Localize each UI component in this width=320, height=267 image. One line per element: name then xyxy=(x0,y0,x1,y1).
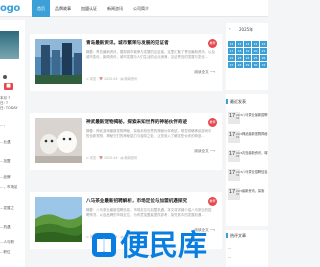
nav-item-about[interactable]: 公司简介 xyxy=(128,0,154,17)
stat-label: 日: TODAY xyxy=(0,106,18,110)
sidebar-link[interactable]: …发展之 xyxy=(0,206,14,211)
calendar-day[interactable]: 12 xyxy=(228,41,235,47)
recommend-badge: 推荐 xyxy=(208,39,217,48)
latest-posts-widget: 最近发表 17 2025-04 八马茶业最新招聘 17 2025-04 神武最新宠物… xyxy=(226,94,268,226)
latest-post-item[interactable]: 17 2025-04 神武最新宠物揭秘 xyxy=(228,131,268,144)
hot-post-item[interactable]: … xyxy=(228,246,266,251)
latest-post-item[interactable]: 17 2025-04 青岛最新资讯，城市 xyxy=(228,150,268,163)
post-title[interactable]: 最新资讯，探索 xyxy=(242,189,268,194)
read-more-link[interactable]: 阅读全文 ⟶ xyxy=(194,70,215,75)
nav-item-home[interactable]: 首页 xyxy=(32,0,50,17)
latest-post-item[interactable]: 17 2025-04 八马茶业最新招聘 xyxy=(228,112,268,125)
post-title[interactable]: 八马茶业招聘信息 xyxy=(242,170,268,175)
article-card[interactable]: 青岛最新资讯，城市繁荣与发展的见证者 摘要：青岛最新资讯，展现城市繁荣与发展的见… xyxy=(30,34,222,91)
calendar-day[interactable]: 30 xyxy=(252,62,259,68)
calendar-day[interactable]: 13 xyxy=(236,41,243,47)
watermark: 便民库 xyxy=(92,227,207,263)
calendar-day[interactable]: 17 xyxy=(228,48,235,54)
nav-item-brand-story[interactable]: 品牌故事 xyxy=(50,0,76,17)
calendar-day[interactable]: 22 xyxy=(228,55,235,61)
post-title[interactable]: 八马茶业最新招聘 xyxy=(242,113,268,118)
book-icon xyxy=(92,233,116,257)
recommend-badge: 推荐 xyxy=(208,118,217,127)
nav-item-news[interactable]: 新闻咨讯 xyxy=(102,0,128,17)
calendar-day[interactable]: 26 xyxy=(260,55,267,61)
article-thumbnail[interactable] xyxy=(35,118,82,163)
calendar-day[interactable]: 27 xyxy=(228,62,235,68)
sidebar-link[interactable]: …，市场足 xyxy=(0,185,18,190)
sidebar-dot-icon xyxy=(3,75,7,79)
sidebar-link[interactable]: …加盟 xyxy=(0,159,11,164)
post-title[interactable]: 青岛最新资讯，城市 xyxy=(242,151,268,156)
latest-post-item[interactable]: 17 2025-04 最新资讯，探索 xyxy=(228,188,268,201)
calendar-day[interactable]: 15 xyxy=(252,41,259,47)
sidebar-banner-image xyxy=(0,31,19,59)
sidebar-link[interactable]: …机遇 xyxy=(0,225,11,230)
recommend-badge: 推荐 xyxy=(208,197,217,206)
post-date: 17 2025-04 xyxy=(228,188,243,200)
post-date: 17 2025-04 xyxy=(228,131,243,143)
article-meta: ⊙ 浏览 · 📅 2025-04 · ▤ 新闻资讯 xyxy=(86,77,138,81)
top-header: ogo 首页 品牌故事 加盟认证 新闻咨讯 公司简介 xyxy=(0,0,268,17)
post-date: 17 2025-04 xyxy=(228,112,243,124)
section-accent-bar xyxy=(226,99,228,104)
latest-post-item[interactable]: 17 2025-04 八马茶业招聘信息 xyxy=(228,169,268,182)
sidebar-action-button[interactable]: ■ xyxy=(4,83,13,90)
sidebar-link[interactable]: …品牌 xyxy=(0,175,11,180)
article-meta: ⊙ 浏览 · 📅 2025-04 · ▤ 新闻资讯 xyxy=(86,156,138,160)
post-date: 17 2025-04 xyxy=(228,169,243,181)
hot-posts-widget: 热评文章 … … xyxy=(226,230,268,267)
sidebar-link[interactable]: …职位 xyxy=(0,250,11,255)
post-title[interactable]: 神武最新宠物揭秘 xyxy=(242,132,268,137)
calendar-grid: 12 13 14 15 16 17 18 19 20 21 22 23 24 2… xyxy=(228,41,267,68)
article-card[interactable]: 神武最新宠物揭秘，探索未知世界的神秘伙伴奇迹 摘要：神武游戏最新宠物揭秘，探索未… xyxy=(30,113,222,170)
calendar-day[interactable]: 24 xyxy=(244,55,251,61)
site-logo[interactable]: ogo xyxy=(0,3,20,14)
calendar-month: 2025年 xyxy=(239,27,254,32)
article-title[interactable]: 八马茶业最新招聘解析，市场定位与加盟机遇探究 xyxy=(86,198,216,205)
calendar-day[interactable]: 28 xyxy=(236,62,243,68)
article-title[interactable]: 神武最新宠物揭秘，探索未知世界的神秘伙伴奇迹 xyxy=(86,119,216,126)
calendar-day[interactable]: 19 xyxy=(244,48,251,54)
section-accent-bar xyxy=(226,233,228,238)
calendar-day[interactable]: 14 xyxy=(244,41,251,47)
post-date: 17 2025-04 xyxy=(228,150,243,162)
calendar-day[interactable]: 25 xyxy=(252,55,259,61)
right-sidebar: ‹ 2025年 12 13 14 15 16 17 18 19 20 21 22… xyxy=(226,20,268,267)
article-title[interactable]: 青岛最新资讯，城市繁荣与发展的见证者 xyxy=(86,40,216,47)
calendar-widget: ‹ 2025年 12 13 14 15 16 17 18 19 20 21 22… xyxy=(226,23,268,90)
calendar-day[interactable]: 23 xyxy=(236,55,243,61)
left-sidebar: ■ 本月 7 日: 7 日: TODAY …， …业遇 …加盟 …品牌 …，市场… xyxy=(0,20,25,267)
hot-post-item[interactable]: … xyxy=(228,255,266,260)
read-more-link[interactable]: 阅读全文 ⟶ xyxy=(194,149,215,154)
article-excerpt: 摘要：八马茶业最新招聘信息，市场定位与加盟机遇，本文将详细介绍八马茶业的招 聘情况… xyxy=(86,208,212,217)
sidebar-link[interactable]: …业遇 xyxy=(0,140,11,145)
main-nav: 首页 品牌故事 加盟认证 新闻咨讯 公司简介 xyxy=(32,0,154,17)
calendar-day[interactable]: 16 xyxy=(260,41,267,47)
calendar-prev-icon[interactable]: ‹ xyxy=(229,26,231,31)
watermark-text: 便民库 xyxy=(120,228,208,262)
calendar-header: ‹ 2025年 xyxy=(226,26,268,34)
article-thumbnail[interactable] xyxy=(35,197,82,242)
article-thumbnail[interactable] xyxy=(35,39,82,84)
section-title: 最近发表 xyxy=(230,99,246,104)
article-excerpt: 摘要：神武游戏最新宠物揭秘，探索未知世界的神秘伙伴奇迹，带您领略神武游戏中 的全新… xyxy=(86,129,212,138)
calendar-day[interactable]: 29 xyxy=(244,62,251,68)
calendar-day[interactable]: 18 xyxy=(236,48,243,54)
calendar-day[interactable]: 21 xyxy=(260,48,267,54)
sidebar-link[interactable]: …， xyxy=(0,123,7,128)
article-excerpt: 摘要：青岛最新资讯，展现城市繁荣与发展的见证者，这里汇聚了青岛最新资讯，以及 城市… xyxy=(86,50,215,59)
nav-item-franchise[interactable]: 加盟认证 xyxy=(76,0,102,17)
section-title: 热评文章 xyxy=(230,233,246,238)
sidebar-link[interactable]: …人与职 xyxy=(0,240,14,245)
calendar-day[interactable]: 31 xyxy=(260,62,267,68)
calendar-day[interactable]: 20 xyxy=(252,48,259,54)
